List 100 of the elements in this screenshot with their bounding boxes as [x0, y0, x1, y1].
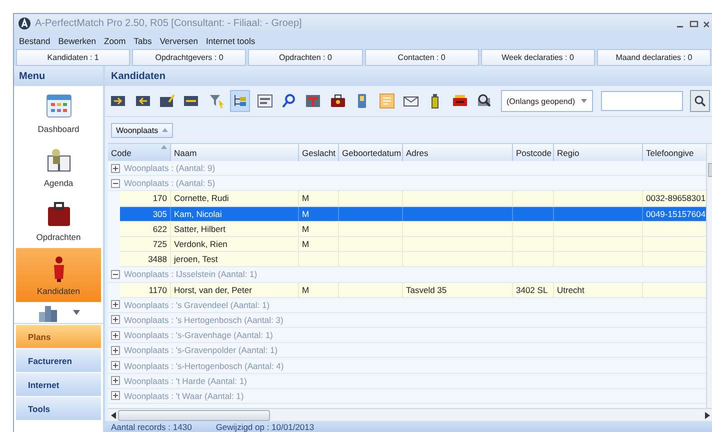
- table-cell: jeroen, Test: [171, 252, 299, 266]
- group-row-label: Woonplaats : 't Waar (Aantal: 1): [124, 390, 244, 401]
- table-cell: Cornette, Rudi: [171, 191, 299, 206]
- counter-tab[interactable]: Maand declaraties : 0: [596, 49, 712, 66]
- search-field[interactable]: [601, 91, 683, 111]
- print-preview-icon: [476, 93, 492, 109]
- panel-title: Kandidaten: [105, 66, 712, 86]
- table-cell: 725: [120, 236, 171, 252]
- group-by-chip[interactable]: Woonplaats: [111, 122, 174, 138]
- table-cell: Tasveld 35: [403, 282, 513, 297]
- menu-item[interactable]: Bewerken: [58, 36, 96, 46]
- column-header[interactable]: Geboortedatum: [339, 144, 403, 161]
- toolbar-button[interactable]: [230, 90, 250, 112]
- funnel-icon: [208, 93, 224, 109]
- counter-tab[interactable]: Opdrachtgevers : 0: [132, 49, 246, 66]
- maximize-icon[interactable]: [689, 18, 699, 28]
- group-row-label: Woonplaats : IJsselstein (Aantal: 1): [124, 269, 258, 280]
- table-cell: M: [299, 282, 339, 297]
- counter-tab[interactable]: Opdrachten : 0: [248, 49, 363, 66]
- scroll-right-icon[interactable]: [705, 412, 710, 418]
- sidebar-section-button[interactable]: Tools: [16, 396, 101, 420]
- note-icon: [378, 93, 395, 109]
- collapse-icon[interactable]: [111, 270, 120, 279]
- table-cell: 622: [120, 222, 171, 236]
- card-icon: [134, 93, 151, 109]
- sidebar-header: Menu: [14, 66, 103, 86]
- calendar-grid-icon: [44, 92, 72, 120]
- expand-icon[interactable]: [111, 376, 120, 386]
- briefcase-icon: [330, 93, 346, 109]
- card-icon: [183, 93, 200, 109]
- table-cell: M: [299, 222, 339, 236]
- table-cell: 170: [120, 191, 171, 206]
- expand-icon[interactable]: [111, 361, 120, 370]
- column-header[interactable]: Regio: [554, 144, 643, 161]
- caret-icon: [73, 310, 80, 315]
- table-row[interactable]: 1170 Horst, van der, Peter M Tasveld 35 3402 SL Utrecht: [120, 282, 706, 298]
- counter-tab[interactable]: Kandidaten : 1: [16, 49, 130, 66]
- group-row-label: Woonplaats : 's-Gravenhage (Aantal: 1): [124, 330, 273, 340]
- column-header[interactable]: Geslacht: [299, 144, 339, 161]
- table-cell: Satter, Hilbert: [171, 222, 299, 236]
- group-row-label: Woonplaats : 's Gravendeel (Aantal: 1): [124, 300, 270, 310]
- collapse-icon[interactable]: [111, 178, 120, 188]
- tree-icon: [232, 93, 248, 109]
- menu-item[interactable]: Tabs: [134, 36, 152, 46]
- card-icon: [159, 93, 176, 109]
- table-row[interactable]: 725 Verdonk, Rien M: [120, 236, 706, 252]
- table-row[interactable]: 622 Satter, Hilbert M: [120, 222, 706, 237]
- column-header[interactable]: Code: [108, 144, 171, 161]
- sidebar-item[interactable]: Kandidaten: [16, 248, 101, 302]
- close-icon[interactable]: [703, 18, 709, 28]
- search-icon: [694, 95, 706, 107]
- expand-icon[interactable]: [111, 300, 120, 310]
- building-icon: [37, 304, 59, 322]
- column-header[interactable]: Adres: [403, 144, 513, 161]
- book-icon: [44, 146, 72, 174]
- expand-icon[interactable]: [111, 391, 120, 400]
- group-row-label: Woonplaats : (Aantal: 5): [124, 178, 216, 188]
- counter-tab[interactable]: Week declaraties : 0: [480, 49, 595, 66]
- counter-tab[interactable]: Contacten : 0: [364, 49, 479, 66]
- recent-dropdown[interactable]: (Onlangs geopend): [500, 90, 593, 112]
- table-cell: M: [299, 206, 339, 221]
- table-icon: [305, 93, 322, 109]
- expand-icon[interactable]: [111, 330, 120, 340]
- table-cell: Kam, Nicolai: [171, 206, 299, 221]
- card-icon: [110, 93, 126, 109]
- table-row[interactable]: 170 Cornette, Rudi M 0032-89658301: [120, 191, 706, 207]
- app-logo-icon: [18, 17, 31, 30]
- sort-arrow-icon: [162, 128, 168, 132]
- status-text: Gewijzigd op : 10/01/2013: [216, 422, 314, 432]
- table-row[interactable]: 3488 jeroen, Test: [120, 252, 706, 268]
- sidebar-section-button[interactable]: Internet: [16, 372, 101, 396]
- table-row[interactable]: 305 Kam, Nicolai M 0049-15157604: [120, 206, 706, 222]
- table-cell: 305: [120, 206, 171, 221]
- column-header[interactable]: Postcode: [513, 144, 554, 161]
- horizontal-scrollbar[interactable]: [108, 408, 712, 421]
- table-cell: Utrecht: [554, 282, 643, 297]
- vertical-scrollbar[interactable]: [706, 144, 712, 408]
- table-cell: Horst, van der, Peter: [171, 282, 299, 297]
- sidebar-section-button[interactable]: Plans: [16, 324, 101, 348]
- expand-icon[interactable]: [111, 315, 120, 324]
- column-header[interactable]: Naam: [171, 144, 299, 161]
- table-cell: Verdonk, Rien: [171, 236, 299, 252]
- menu-item[interactable]: Verversen: [160, 36, 198, 46]
- table-cell: 3402 SL: [513, 282, 554, 297]
- caret-icon: [581, 99, 587, 103]
- sidebar-section-button[interactable]: Factureren: [16, 348, 101, 372]
- menu-item[interactable]: Bestand: [19, 36, 50, 46]
- menu-item[interactable]: Zoom: [104, 36, 126, 46]
- form-icon: [256, 93, 273, 109]
- table-cell: M: [299, 191, 339, 206]
- expand-icon[interactable]: [111, 346, 120, 355]
- scroll-left-icon[interactable]: [111, 412, 116, 418]
- group-row-label: Woonplaats : 's-Hertogenbosch (Aantal: 4): [124, 360, 284, 371]
- group-row-label: Woonplaats : 't Harde (Aantal: 1): [124, 376, 247, 386]
- menu-item[interactable]: Internet tools: [206, 36, 256, 46]
- search-button[interactable]: [690, 90, 710, 112]
- table-cell: M: [299, 236, 339, 252]
- expand-icon[interactable]: [111, 164, 120, 173]
- window-title: A-PerfectMatch Pro 2.50, R05 [Consultant: - Filiaal: - Groep]: [35, 18, 303, 29]
- machine-icon: [452, 93, 468, 109]
